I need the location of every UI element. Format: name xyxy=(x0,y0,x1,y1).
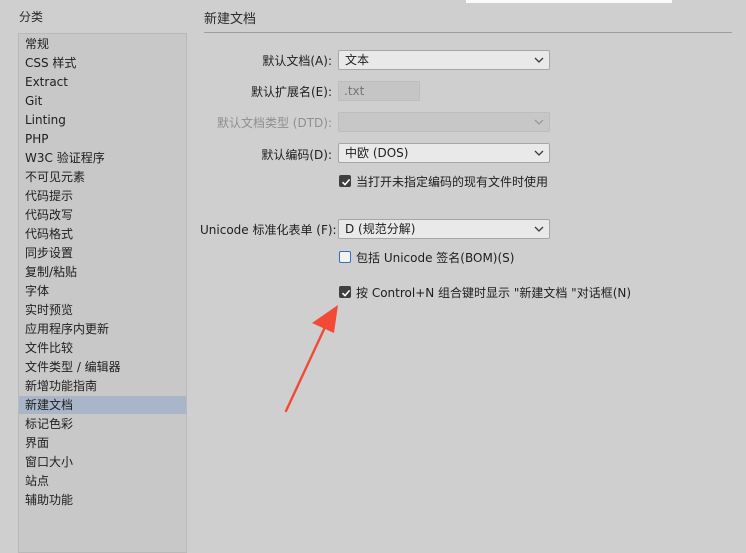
unicode-form-select[interactable]: D (规范分解) xyxy=(338,219,550,239)
sidebar-item[interactable]: 字体 xyxy=(19,282,186,300)
use-encoding-checkbox[interactable] xyxy=(339,175,351,187)
chevron-down-icon xyxy=(534,150,544,156)
checkmark-icon xyxy=(341,289,351,297)
sidebar-item[interactable]: 新增功能指南 xyxy=(19,377,186,395)
sidebar-item[interactable]: 辅助功能 xyxy=(19,491,186,509)
sidebar-item[interactable]: 代码格式 xyxy=(19,225,186,243)
page-title: 新建文档 xyxy=(204,12,257,27)
include-bom-label[interactable]: 包括 Unicode 签名(BOM)(S) xyxy=(356,249,514,266)
default-encoding-label: 默认编码(D): xyxy=(261,148,332,162)
default-encoding-select[interactable]: 中欧 (DOS) xyxy=(338,143,550,163)
sidebar-item[interactable]: 复制/粘贴 xyxy=(19,263,186,281)
sidebar-item[interactable]: 界面 xyxy=(19,434,186,452)
annotation-arrow-icon xyxy=(284,305,338,413)
default-dtd-select[interactable] xyxy=(338,112,550,132)
default-extension-field[interactable] xyxy=(338,81,420,101)
overlay-fragment xyxy=(466,0,672,3)
chevron-down-icon xyxy=(534,119,544,125)
show-new-doc-dialog-checkbox[interactable] xyxy=(339,286,351,298)
sidebar-item[interactable]: CSS 样式 xyxy=(19,54,186,72)
sidebar-item[interactable]: PHP xyxy=(19,130,186,148)
checkmark-icon xyxy=(341,178,351,186)
chevron-down-icon xyxy=(534,57,544,63)
sidebar-item[interactable]: 新建文档 xyxy=(19,396,186,414)
sidebar-item[interactable]: 不可见元素 xyxy=(19,168,186,186)
sidebar-item[interactable]: 应用程序内更新 xyxy=(19,320,186,338)
sidebar-item[interactable]: 窗口大小 xyxy=(19,453,186,471)
sidebar-item[interactable]: 站点 xyxy=(19,472,186,490)
sidebar-item[interactable]: 文件类型 / 编辑器 xyxy=(19,358,186,376)
use-encoding-label[interactable]: 当打开未指定编码的现有文件时使用 xyxy=(356,173,548,190)
category-title: 分类 xyxy=(19,10,44,24)
sidebar-item[interactable]: W3C 验证程序 xyxy=(19,149,186,167)
unicode-form-value: D (规范分解) xyxy=(345,222,416,236)
unicode-form-label: Unicode 标准化表单 (F): xyxy=(200,223,337,237)
sidebar-item[interactable]: 文件比较 xyxy=(19,339,186,357)
title-divider xyxy=(204,32,732,33)
sidebar-item[interactable]: 标记色彩 xyxy=(19,415,186,433)
sidebar-item[interactable]: 实时预览 xyxy=(19,301,186,319)
sidebar-item[interactable]: Linting xyxy=(19,111,186,129)
sidebar-item[interactable]: 代码提示 xyxy=(19,187,186,205)
sidebar-item[interactable]: Extract xyxy=(19,73,186,91)
sidebar-item[interactable]: Git xyxy=(19,92,186,110)
default-document-label: 默认文档(A): xyxy=(262,54,332,68)
chevron-down-icon xyxy=(534,226,544,232)
show-new-doc-dialog-label[interactable]: 按 Control+N 组合键时显示 "新建文档 "对话框(N) xyxy=(356,284,631,301)
default-encoding-value: 中欧 (DOS) xyxy=(345,146,409,160)
sidebar-item[interactable]: 常规 xyxy=(19,35,186,53)
include-bom-checkbox[interactable] xyxy=(339,251,351,263)
default-dtd-label: 默认文档类型 (DTD): xyxy=(216,116,332,130)
category-list[interactable]: 常规 CSS 样式 Extract Git Linting PHP W3C 验证程序 不可见元… xyxy=(18,33,187,553)
sidebar-item[interactable]: 同步设置 xyxy=(19,244,186,262)
sidebar-item[interactable]: 代码改写 xyxy=(19,206,186,224)
default-document-select[interactable]: 文本 xyxy=(338,50,550,70)
default-extension-label: 默认扩展名(E): xyxy=(251,85,332,99)
default-document-value: 文本 xyxy=(345,53,370,67)
